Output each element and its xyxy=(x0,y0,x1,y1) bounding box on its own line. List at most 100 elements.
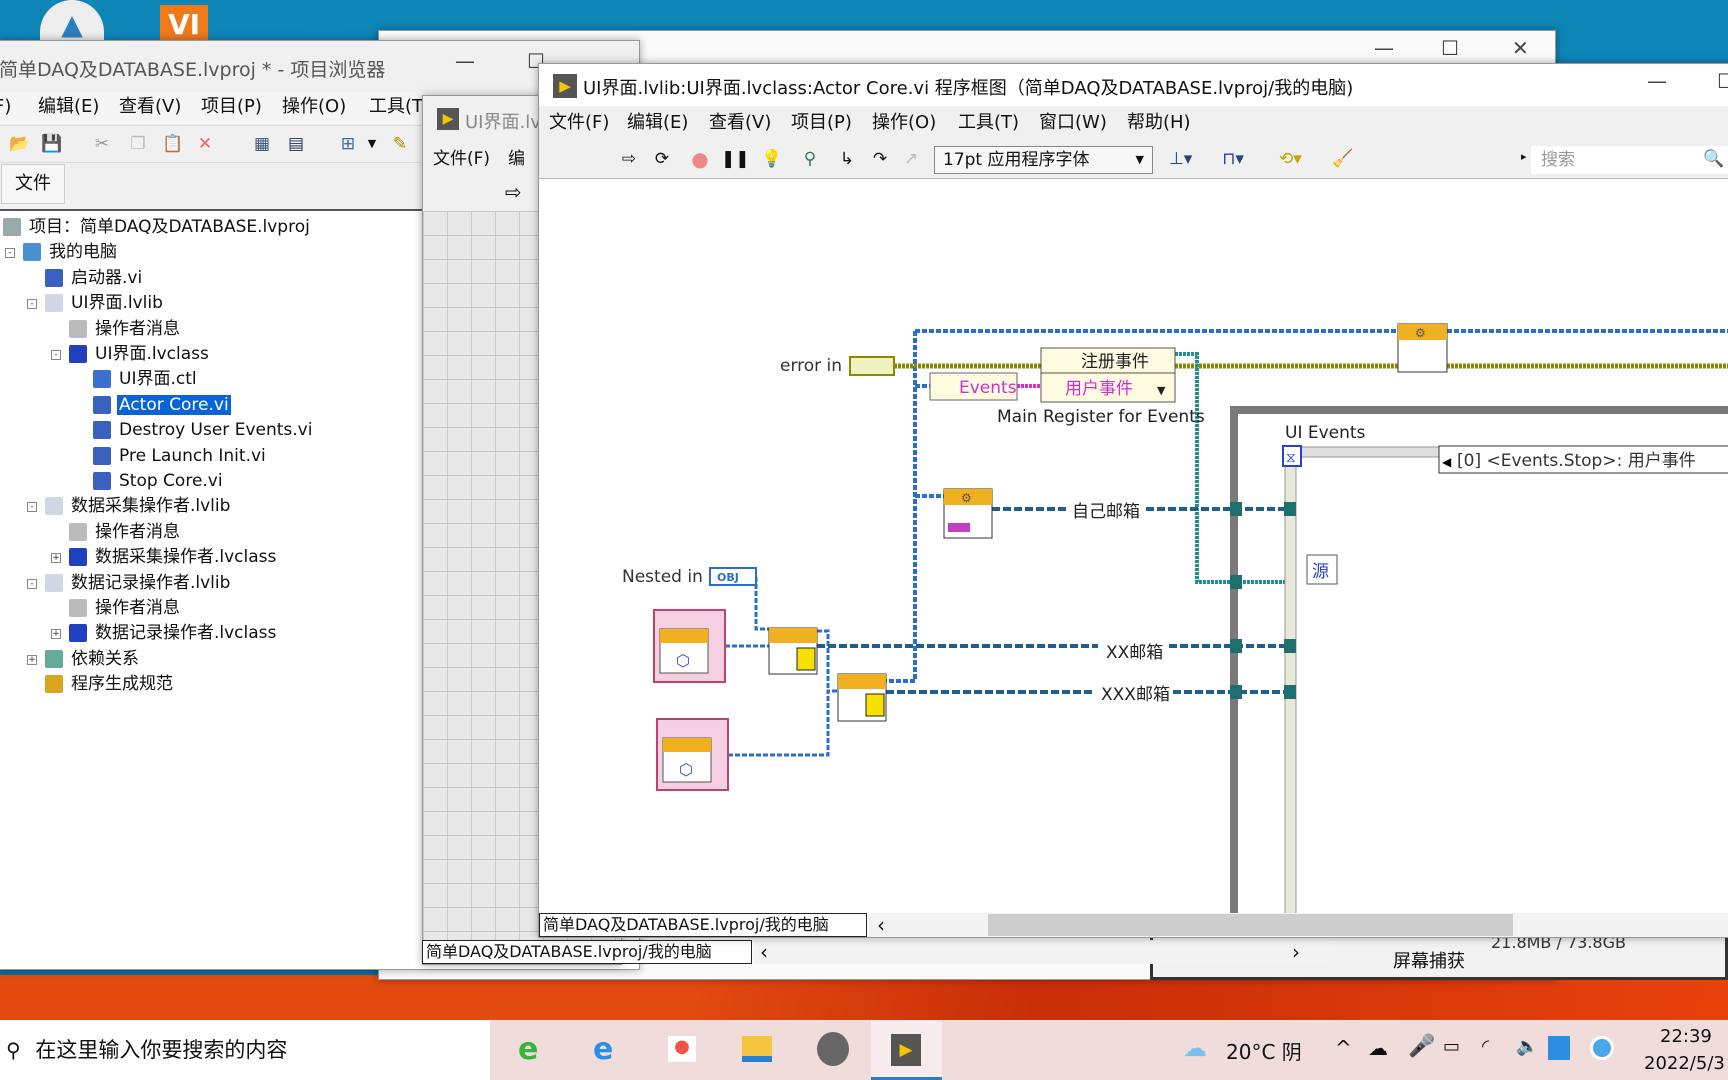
file-explorer-icon[interactable] xyxy=(742,1036,772,1062)
menu-edit[interactable]: 编辑(E) xyxy=(38,92,99,118)
paste-icon[interactable]: 📋 xyxy=(162,133,184,155)
taskbar-search[interactable]: ⚲ 在这里输入你要搜索的内容 xyxy=(0,1020,490,1080)
class-constant[interactable]: ⬡ xyxy=(653,609,726,683)
desktop-vi-icon[interactable]: VI xyxy=(160,5,208,45)
step-into-icon[interactable]: ↳ xyxy=(836,148,858,170)
ie-icon[interactable]: e xyxy=(593,1032,613,1067)
weather-text[interactable]: 20°C 阴 xyxy=(1226,1036,1302,1065)
tree-item[interactable]: 操作者消息 xyxy=(69,520,182,545)
tree-item[interactable]: 操作者消息 xyxy=(69,317,182,342)
register-for-events-node[interactable]: 注册事件 用户事件 ▼ xyxy=(1040,347,1176,403)
menu-project[interactable]: 项目(P) xyxy=(791,106,852,139)
menu-file[interactable]: 文件(F) xyxy=(549,106,609,139)
media-icon[interactable]: ● xyxy=(668,1036,696,1062)
run-icon[interactable]: ⇨ xyxy=(618,148,640,170)
run-arrow-icon[interactable]: ⇨ xyxy=(505,180,522,204)
ie-green-icon[interactable]: e xyxy=(518,1032,538,1067)
tree-item[interactable]: UI界面.ctl xyxy=(93,367,199,392)
retain-wire-values-icon[interactable]: ⚲ xyxy=(799,148,821,170)
expand-toggle[interactable]: + xyxy=(51,629,61,640)
tree-item[interactable]: 操作者消息 xyxy=(69,596,182,621)
class-constant[interactable]: ⬡ xyxy=(656,718,729,791)
menu-view[interactable]: 查看(V) xyxy=(709,106,771,139)
avatar[interactable] xyxy=(817,1032,849,1066)
copy-icon[interactable]: ❐ xyxy=(127,133,149,155)
scroll-left-icon[interactable]: ‹ xyxy=(877,913,885,937)
delete-icon[interactable]: ✕ xyxy=(194,133,216,155)
save-all-icon[interactable]: 💾 xyxy=(41,133,63,155)
tree-item[interactable]: Actor Core.vi xyxy=(93,393,231,418)
app-tray-icon[interactable] xyxy=(1548,1036,1570,1060)
cut-icon[interactable]: ✂ xyxy=(91,133,113,155)
doraemon-icon[interactable] xyxy=(1590,1036,1614,1060)
collapse-toggle[interactable]: - xyxy=(27,502,37,513)
tree-item[interactable]: Pre Launch Init.vi xyxy=(93,444,268,469)
decrement-arrow-icon[interactable]: ◀ xyxy=(1442,455,1452,469)
minimize-button[interactable]: — xyxy=(1374,36,1394,60)
desktop-app-icon[interactable]: ▲ xyxy=(40,0,104,41)
clock-date[interactable]: 2022/5/3 xyxy=(1644,1053,1725,1074)
menu-tools[interactable]: 工具(T) xyxy=(369,92,430,118)
menu-edit[interactable]: 编辑(E) xyxy=(627,106,688,139)
onedrive-icon[interactable]: ☁ xyxy=(1368,1036,1388,1060)
distribute-objects-icon[interactable]: ⊓▾ xyxy=(1222,148,1244,170)
screen-capture-label[interactable]: 屏幕捕获 xyxy=(1393,947,1465,973)
tree-item[interactable]: 数据采集操作者.lvclass xyxy=(69,545,278,570)
tree-item[interactable]: 启动器.vi xyxy=(45,266,144,291)
wifi-icon[interactable]: ◜ xyxy=(1482,1036,1489,1057)
align-objects-icon[interactable]: ⊥▾ xyxy=(1169,148,1192,170)
open-icon[interactable]: 📂 xyxy=(9,133,31,155)
search-input[interactable]: 搜索 xyxy=(1531,146,1728,174)
tree-item[interactable]: 程序生成规范 xyxy=(45,672,175,697)
block-diagram-canvas[interactable]: error in Events 注册事件 用户事件 ▼ Main Registe… xyxy=(539,140,1728,934)
tree-item[interactable]: 项目：简单DAQ及DATABASE.lvproj xyxy=(3,215,312,240)
step-out-icon[interactable]: ↗ xyxy=(900,148,922,170)
subvi-node-top[interactable]: ⚙ xyxy=(1397,323,1448,373)
search-icon[interactable]: 🔍 xyxy=(1703,148,1725,170)
properties-icon[interactable]: ✎ xyxy=(389,133,411,155)
tree-item[interactable]: UI界面.lvclass xyxy=(69,342,211,367)
show-hidden-icons[interactable]: ^ xyxy=(1335,1036,1352,1060)
error-in-terminal[interactable] xyxy=(849,356,895,376)
tree-item[interactable]: 数据记录操作者.lvlib xyxy=(45,571,232,596)
minimize-button[interactable]: — xyxy=(455,49,475,73)
tree-item[interactable]: Destroy User Events.vi xyxy=(93,418,314,443)
main-hscroll[interactable]: ‹ xyxy=(869,913,1728,937)
tab-files[interactable]: 文件 xyxy=(1,164,65,204)
launch-nested-actor-node[interactable] xyxy=(768,627,818,675)
pause-icon[interactable]: ❚❚ xyxy=(721,148,750,170)
scroll-right-icon[interactable]: › xyxy=(1292,940,1300,964)
reorder-icon[interactable]: ⟲▾ xyxy=(1279,148,1302,170)
collapse-toggle[interactable]: - xyxy=(27,578,37,589)
view-icon[interactable]: ⊞ xyxy=(337,133,359,155)
tree-item[interactable]: 我的电脑 xyxy=(23,240,119,265)
collapse-toggle[interactable]: - xyxy=(27,299,37,310)
menu-operate[interactable]: 操作(O) xyxy=(282,92,346,118)
menu-view[interactable]: 查看(V) xyxy=(119,92,181,118)
menu-file[interactable]: 文件(F) xyxy=(433,144,490,169)
menu-tools[interactable]: 工具(T) xyxy=(958,106,1019,139)
minimize-button[interactable]: — xyxy=(1647,69,1667,93)
abort-icon[interactable]: ● xyxy=(689,148,711,170)
weather-icon[interactable]: ☁ xyxy=(1183,1034,1207,1062)
scroll-thumb[interactable] xyxy=(988,914,1513,936)
font-select[interactable]: 17pt 应用程序字体 ▼ xyxy=(934,146,1153,174)
clean-up-diagram-icon[interactable]: 🧹 xyxy=(1332,148,1354,170)
get-queue-node[interactable]: ⚙ xyxy=(943,488,993,539)
menu-help[interactable]: 帮助(H) xyxy=(1127,106,1191,139)
step-over-icon[interactable]: ↷ xyxy=(869,148,891,170)
maximize-button[interactable]: ☐ xyxy=(1717,69,1728,93)
clock-time[interactable]: 22:39 xyxy=(1660,1026,1712,1047)
tree-item[interactable]: 数据采集操作者.lvlib xyxy=(45,494,232,519)
scroll-left-icon[interactable]: ‹ xyxy=(760,940,768,964)
tree-item[interactable]: Stop Core.vi xyxy=(93,469,225,494)
volume-icon[interactable]: 🔈 xyxy=(1516,1036,1538,1057)
collapse-toggle[interactable]: - xyxy=(51,350,61,360)
battery-icon[interactable]: ▭ xyxy=(1443,1036,1460,1057)
menu-window[interactable]: 窗口(W) xyxy=(1039,106,1107,139)
tree-item[interactable]: UI界面.lvlib xyxy=(45,291,165,316)
menu-project[interactable]: 项目(P) xyxy=(201,92,262,118)
menu-operate[interactable]: 操作(O) xyxy=(872,106,936,139)
block-diagram-window[interactable]: ▶ UI界面.lvlib:UI界面.lvclass:Actor Core.vi … xyxy=(538,63,1728,938)
chevron-down-icon[interactable]: ▼ xyxy=(361,133,383,155)
